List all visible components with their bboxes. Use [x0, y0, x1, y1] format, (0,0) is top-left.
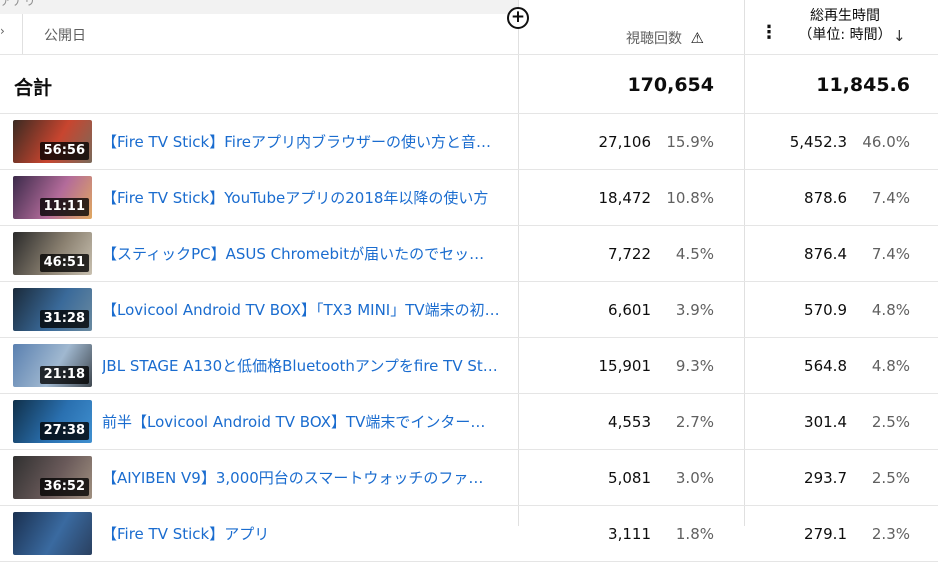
watch-time-value: 293.7 — [804, 469, 847, 487]
watch-time-percent: 2.3% — [871, 525, 910, 543]
video-thumbnail[interactable]: 46:51 — [13, 232, 92, 275]
duration-badge: 36:52 — [39, 478, 89, 496]
collapse-chevron-icon[interactable]: › — [0, 24, 5, 38]
watch-time-percent: 46.0% — [862, 133, 910, 151]
table-row[interactable]: 21:18 JBL STAGE A130と低価格Bluetoothアンプをfir… — [0, 338, 938, 394]
views-percent: 3.0% — [675, 469, 714, 487]
views-percent: 1.8% — [675, 525, 714, 543]
video-title-link[interactable]: 前半【Lovicool Android TV BOX】TV端末でインター… — [102, 411, 507, 433]
views-value: 4,553 — [608, 413, 651, 431]
header-divider — [22, 14, 23, 54]
column-header-views[interactable]: 視聴回数 ⚠ — [626, 28, 704, 48]
watch-time-value: 279.1 — [804, 525, 847, 543]
video-title-link[interactable]: 【スティックPC】ASUS Chromebitが届いたのでセッ… — [102, 243, 507, 265]
watch-time-percent: 7.4% — [871, 245, 910, 263]
watch-time-percent: 4.8% — [871, 301, 910, 319]
watch-time-percent: 7.4% — [871, 189, 910, 207]
video-thumbnail[interactable]: 11:11 — [13, 176, 92, 219]
video-thumbnail[interactable]: 56:56 — [13, 120, 92, 163]
divider — [0, 54, 938, 55]
table-row[interactable]: 27:38 前半【Lovicool Android TV BOX】TV端末でイン… — [0, 394, 938, 450]
totals-views: 170,654 — [627, 74, 714, 96]
add-column-icon[interactable]: + — [507, 7, 529, 29]
video-title-link[interactable]: 【Fire TV Stick】Fireアプリ内ブラウザーの使い方と音… — [102, 131, 507, 153]
views-percent: 9.3% — [675, 357, 714, 375]
table-row[interactable]: 11:11 【Fire TV Stick】YouTubeアプリの2018年以降の… — [0, 170, 938, 226]
video-title-link[interactable]: 【AIYIBEN V9】3,000円台のスマートウォッチのファ… — [102, 467, 507, 489]
table-row[interactable]: 31:28 【Lovicool Android TV BOX】「TX3 MINI… — [0, 282, 938, 338]
totals-watch-time: 11,845.6 — [816, 74, 910, 96]
watch-header-line1: 総再生時間 — [810, 8, 880, 24]
watch-time-value: 878.6 — [804, 189, 847, 207]
views-percent: 4.5% — [675, 245, 714, 263]
duration-badge: 27:38 — [39, 422, 89, 440]
views-value: 18,472 — [598, 189, 652, 207]
views-value: 5,081 — [608, 469, 651, 487]
video-thumbnail[interactable]: 21:18 — [13, 344, 92, 387]
watch-time-value: 876.4 — [804, 245, 847, 263]
watch-header-line2: （単位: 時間） — [798, 27, 892, 43]
views-value: 27,106 — [598, 133, 652, 151]
table-row[interactable]: 【Fire TV Stick】アプリ 3,111 1.8% 279.1 2.3% — [0, 506, 938, 562]
views-percent: 15.9% — [666, 133, 714, 151]
views-header-label: 視聴回数 — [626, 31, 682, 47]
views-percent: 10.8% — [666, 189, 714, 207]
watch-time-value: 5,452.3 — [789, 133, 847, 151]
duration-badge: 56:56 — [39, 142, 89, 160]
table-row[interactable]: 56:56 【Fire TV Stick】Fireアプリ内ブラウザーの使い方と音… — [0, 114, 938, 170]
duration-badge: 46:51 — [39, 254, 89, 272]
table-row[interactable]: 46:51 【スティックPC】ASUS Chromebitが届いたのでセッ… 7… — [0, 226, 938, 282]
watch-time-percent: 2.5% — [871, 469, 910, 487]
video-thumbnail[interactable]: 27:38 — [13, 400, 92, 443]
duration-badge: 21:18 — [39, 366, 89, 384]
totals-label: 合計 — [14, 77, 53, 99]
top-cut-label: アナリ — [0, 0, 36, 8]
views-value: 15,901 — [598, 357, 652, 375]
table-row[interactable]: 36:52 【AIYIBEN V9】3,000円台のスマートウォッチのファ… 5… — [0, 450, 938, 506]
duration-badge: 31:28 — [39, 310, 89, 328]
top-cut-header: アナリ — [0, 0, 518, 14]
video-title-link[interactable]: JBL STAGE A130と低価格Bluetoothアンプをfire TV S… — [102, 355, 507, 377]
watch-time-percent: 4.8% — [871, 357, 910, 375]
views-value: 7,722 — [608, 245, 651, 263]
video-title-link[interactable]: 【Fire TV Stick】アプリ — [102, 523, 507, 545]
video-thumbnail[interactable]: 31:28 — [13, 288, 92, 331]
video-thumbnail[interactable] — [13, 512, 92, 555]
more-options-icon[interactable]: ⋮ — [760, 22, 778, 43]
column-header-published[interactable]: 公開日 — [44, 25, 86, 45]
warning-icon[interactable]: ⚠ — [690, 29, 703, 47]
video-thumbnail[interactable]: 36:52 — [13, 456, 92, 499]
watch-time-value: 570.9 — [804, 301, 847, 319]
video-title-link[interactable]: 【Fire TV Stick】YouTubeアプリの2018年以降の使い方 — [102, 187, 507, 209]
watch-time-value: 301.4 — [804, 413, 847, 431]
views-value: 6,601 — [608, 301, 651, 319]
watch-time-value: 564.8 — [804, 357, 847, 375]
sort-arrow-icon[interactable]: ↓ — [893, 27, 906, 45]
watch-time-percent: 2.5% — [871, 413, 910, 431]
video-title-link[interactable]: 【Lovicool Android TV BOX】「TX3 MINI」TV端末の… — [102, 299, 507, 321]
views-percent: 2.7% — [675, 413, 714, 431]
views-percent: 3.9% — [675, 301, 714, 319]
views-value: 3,111 — [608, 525, 651, 543]
column-header-watch-time[interactable]: 総再生時間 （単位: 時間） — [785, 7, 905, 45]
duration-badge: 11:11 — [39, 198, 89, 216]
